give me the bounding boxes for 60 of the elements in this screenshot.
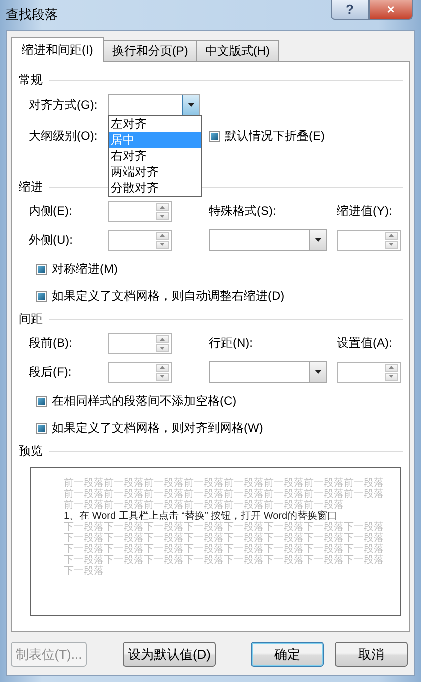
field-label: 缩进值(Y): bbox=[337, 203, 394, 220]
spin-down-icon[interactable] bbox=[156, 372, 169, 380]
field-label: 特殊格式(S): bbox=[209, 203, 278, 220]
field-label: 行距(N): bbox=[209, 335, 254, 352]
section-heading: 预览 bbox=[19, 442, 43, 460]
section-heading: 缩进 bbox=[19, 178, 43, 196]
dialog-button[interactable]: 确定 bbox=[251, 642, 324, 667]
checkbox[interactable] bbox=[36, 396, 47, 407]
dropdown-option[interactable]: 两端对齐 bbox=[109, 164, 201, 180]
window-title: 查找段落 bbox=[6, 6, 58, 24]
preview-text: 前一段落前一段落前一段落前一段落前一段落前一段落前一段落前一段落前一段落前一段落前一段落前一段落前一段落前一段落前一段落前一段落前一段落前一段落前一段落前一段落前一段落前一段落前一段落 bbox=[64, 478, 385, 511]
spin-up-icon[interactable] bbox=[385, 232, 398, 240]
spin-down-icon[interactable] bbox=[156, 240, 169, 248]
tab[interactable]: 中文版式(H) bbox=[196, 40, 279, 61]
spin-up-icon[interactable] bbox=[156, 203, 169, 211]
spin-field[interactable] bbox=[108, 362, 172, 382]
checkbox[interactable] bbox=[209, 130, 220, 142]
spin-field[interactable] bbox=[337, 362, 401, 382]
section-heading: 常规 bbox=[19, 72, 43, 88]
dialog-button[interactable]: 取消 bbox=[335, 642, 408, 667]
dialog-button[interactable]: 设为默认值(D) bbox=[123, 642, 216, 667]
spin-down-icon[interactable] bbox=[156, 212, 169, 220]
tab[interactable]: 缩进和间距(I) bbox=[11, 37, 104, 62]
checkbox-label: 如果定义了文档网格，则自动调整右缩进(D) bbox=[52, 288, 285, 305]
preview-text: 1、在 Word 工具栏上点击 “替换” 按钮，打开 Word的替换窗口 bbox=[64, 511, 338, 522]
checkbox-label: 对称缩进(M) bbox=[52, 261, 118, 278]
dropdown-field[interactable] bbox=[209, 229, 327, 251]
spin-down-icon[interactable] bbox=[385, 240, 398, 248]
dropdown-field[interactable] bbox=[108, 94, 200, 116]
section-heading: 间距 bbox=[19, 310, 43, 328]
field-label: 大纲级别(O): bbox=[29, 128, 99, 144]
field-label: 设置值(A): bbox=[337, 335, 394, 352]
spin-up-icon[interactable] bbox=[156, 232, 169, 240]
spin-field[interactable] bbox=[108, 201, 172, 222]
dropdown-option[interactable]: 右对齐 bbox=[109, 148, 201, 164]
field-label: 对齐方式(G): bbox=[29, 96, 99, 114]
spin-down-icon[interactable] bbox=[156, 344, 169, 352]
field-label: 段后(F): bbox=[29, 364, 73, 380]
spin-up-icon[interactable] bbox=[156, 364, 169, 372]
spin-field[interactable] bbox=[108, 333, 172, 354]
checkbox-label: 默认情况下折叠(E) bbox=[225, 128, 325, 144]
tab[interactable]: 换行和分页(P) bbox=[103, 40, 198, 61]
dropdown-option[interactable]: 分散对齐 bbox=[109, 180, 201, 196]
checkbox-label: 如果定义了文档网格，则对齐到网格(W) bbox=[52, 420, 264, 437]
spin-up-icon[interactable] bbox=[385, 364, 398, 372]
help-button[interactable]: ? bbox=[331, 0, 369, 20]
checkbox[interactable] bbox=[36, 291, 47, 302]
field-label: 段前(B): bbox=[29, 335, 74, 352]
spin-field[interactable] bbox=[337, 230, 401, 250]
preview-text: 下一段落下一段落下一段落下一段落下一段落下一段落下一段落下一段落下一段落下一段落下一段落下一段落下一段落下一段落下一段落下一段落下一段落下一段落下一段落下一段落下一段落下一段落下一段落下一段落下一段落下一段落下一段落下一段落下一段落下一段落下一段落下一段落下一段落 bbox=[64, 522, 385, 577]
checkbox[interactable] bbox=[36, 423, 47, 434]
spin-field[interactable] bbox=[108, 230, 172, 250]
spin-up-icon[interactable] bbox=[156, 335, 169, 343]
dropdown-option[interactable]: 左对齐 bbox=[109, 116, 201, 132]
dropdown-field[interactable] bbox=[209, 361, 327, 383]
spin-down-icon[interactable] bbox=[385, 372, 398, 380]
checkbox-label: 在相同样式的段落间不添加空格(C) bbox=[52, 393, 237, 410]
checkbox[interactable] bbox=[36, 264, 47, 275]
field-label: 外侧(U): bbox=[29, 232, 74, 248]
field-label: 内侧(E): bbox=[29, 203, 74, 220]
